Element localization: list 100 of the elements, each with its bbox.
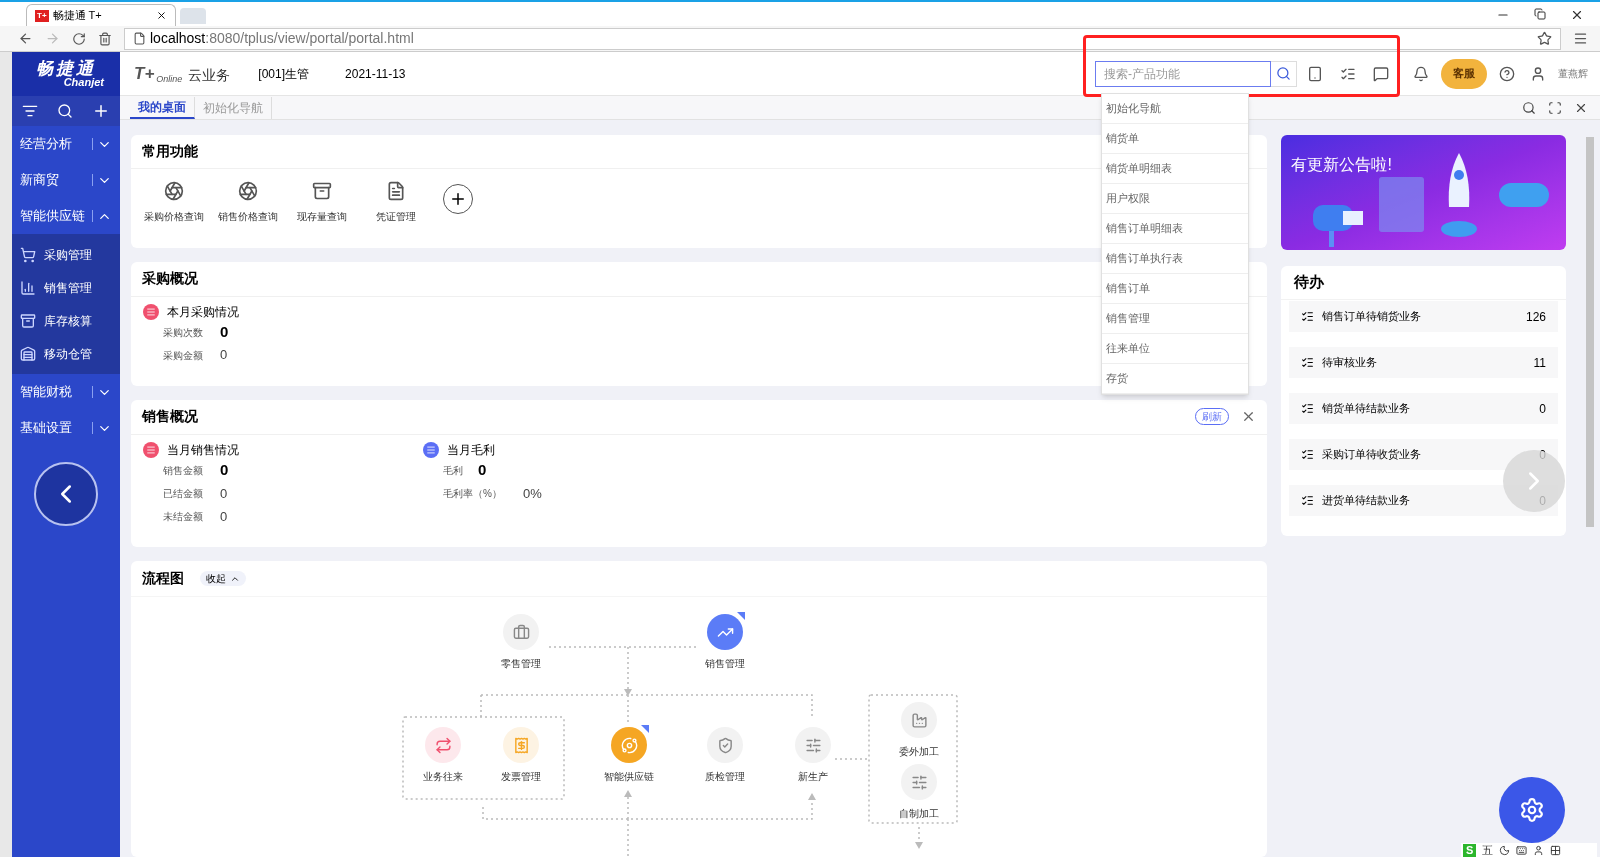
keyboard-icon[interactable] (1516, 844, 1528, 856)
dropdown-item[interactable]: 初始化导航 (1102, 94, 1248, 124)
checklist-icon (1301, 402, 1315, 415)
section-title: 本月采购情况 (167, 303, 239, 321)
todo-item[interactable]: 销货单待结款业务 0 (1289, 393, 1559, 424)
submenu-item[interactable]: 采购管理 (12, 238, 120, 271)
menu-icon[interactable] (21, 103, 38, 119)
connector-line (834, 758, 868, 760)
sidebar-item[interactable]: 新商贸 (12, 162, 120, 198)
date-label: 2021-11-13 (345, 65, 406, 83)
tablet-icon[interactable] (1307, 65, 1323, 82)
shortcut-item[interactable]: 凭证管理 (363, 181, 429, 224)
address-bar[interactable]: localhost:8080/tplus/view/portal/portal.html (124, 27, 1561, 50)
close-icon[interactable] (1574, 101, 1588, 115)
flow-node[interactable]: 质检管理 (690, 727, 760, 784)
submenu-item[interactable]: 销售管理 (12, 271, 120, 304)
restore-icon[interactable] (1534, 8, 1546, 20)
node-symbol-icon (434, 736, 452, 754)
dropdown-item[interactable]: 销货单 (1102, 124, 1248, 154)
connector-arrow (624, 646, 632, 696)
stat-label: 已结金额 (163, 486, 204, 501)
dropdown-item[interactable]: 销售管理 (1102, 304, 1248, 334)
todo-item[interactable]: 销售订单待销货业务 126 (1289, 301, 1559, 332)
bell-icon[interactable] (1413, 65, 1429, 82)
flow-node[interactable]: 自制加工 (884, 764, 954, 821)
search-icon (1276, 66, 1291, 81)
dropdown-item[interactable]: 销售订单 (1102, 274, 1248, 304)
user-icon[interactable] (1530, 65, 1546, 82)
flow-node[interactable]: 销售管理 (690, 614, 760, 671)
close-icon[interactable] (156, 10, 167, 21)
shortcut-icon (386, 181, 406, 201)
fullscreen-icon[interactable] (1548, 101, 1562, 115)
sidebar-item[interactable]: 基础设置 (12, 410, 120, 446)
submenu-item[interactable]: 库存核算 (12, 304, 120, 337)
dropdown-item[interactable]: 销售订单执行表 (1102, 244, 1248, 274)
brand-logo: 畅捷通 Chanjet (12, 52, 120, 96)
ime-logo: S (1463, 843, 1477, 857)
collapse-button[interactable] (34, 462, 98, 526)
page-tab[interactable]: 我的桌面 (130, 97, 195, 119)
search-icon[interactable] (1522, 101, 1536, 115)
help-icon[interactable] (1499, 65, 1515, 82)
user-name[interactable]: 董燕辉 (1558, 66, 1588, 81)
trash-icon[interactable] (98, 31, 112, 46)
node-symbol-icon (804, 736, 822, 754)
browser-tab[interactable]: T+ 畅捷通 T+ (26, 4, 176, 26)
card-title: 销售概况 (142, 407, 199, 427)
dropdown-item[interactable]: 销售订单明细表 (1102, 214, 1248, 244)
dropdown-item[interactable]: 往来单位 (1102, 334, 1248, 364)
stat-value: 0 (220, 484, 228, 503)
submenu-item[interactable]: 移动仓管 (12, 337, 120, 370)
corner-flag-icon (737, 612, 745, 620)
menu-icon[interactable] (1573, 31, 1588, 46)
dropdown-item[interactable]: 用户权限 (1102, 184, 1248, 214)
card-title: 待办 (1294, 272, 1325, 293)
flow-node[interactable]: 业务往来 (408, 727, 478, 784)
submenu-icon (20, 312, 36, 329)
star-icon[interactable] (1537, 31, 1552, 46)
ime-mode[interactable]: 五 (1482, 843, 1494, 857)
todo-item[interactable]: 采购订单待收货业务 0 (1289, 439, 1559, 470)
dropdown-item[interactable]: 销货单明细表 (1102, 154, 1248, 184)
account-label: [001]生管 (258, 65, 310, 83)
user-icon[interactable] (1533, 844, 1545, 856)
sidebar-item[interactable]: 经营分析 (12, 126, 120, 162)
shortcut-item[interactable]: 采购价格查询 (141, 181, 207, 224)
stat-label: 采购次数 (163, 325, 204, 340)
moon-icon[interactable] (1499, 844, 1511, 856)
stat-value: 0% (523, 484, 542, 503)
flow-node[interactable]: 零售管理 (486, 614, 556, 671)
reload-icon[interactable] (72, 31, 86, 46)
shortcut-icon (164, 181, 184, 201)
grid-icon[interactable] (1550, 844, 1562, 856)
stat-value: 0 (478, 460, 487, 480)
tab-title: 畅捷通 T+ (52, 8, 103, 24)
section-title: 当月销售情况 (167, 441, 239, 459)
connector-arrow (915, 826, 923, 849)
service-badge[interactable]: 客服 (1441, 58, 1487, 89)
scrollbar[interactable] (1586, 137, 1594, 527)
flow-node[interactable]: 发票管理 (486, 727, 556, 784)
stat-label: 采购金额 (163, 348, 204, 363)
search-field[interactable]: 搜索-产品功能 (1095, 60, 1271, 87)
back-icon[interactable] (18, 31, 33, 46)
submenu-icon (20, 345, 36, 362)
todo-item[interactable]: 待审核业务 11 (1289, 347, 1559, 378)
announcement-banner[interactable]: 有更新公告啦! (1281, 135, 1567, 250)
search-icon[interactable] (57, 103, 73, 119)
sidebar-item[interactable]: 智能财税 (12, 374, 120, 410)
close-icon[interactable] (1570, 8, 1584, 22)
message-icon[interactable] (1373, 65, 1389, 82)
stat-label: 未结金额 (163, 509, 204, 524)
card-title: 常用功能 (142, 142, 198, 161)
flow-node[interactable]: 智能供应链 (594, 727, 664, 784)
checklist-icon (1301, 310, 1315, 323)
flow-node[interactable]: 新生产 (778, 727, 848, 784)
dropdown-item[interactable]: 存货 (1102, 364, 1248, 394)
search-button[interactable] (1271, 60, 1297, 87)
section-title: 当月毛利 (447, 441, 495, 459)
shortcut-item[interactable]: 现存量查询 (289, 181, 355, 224)
flow-node[interactable]: 委外加工 (884, 702, 954, 759)
shortcut-item[interactable]: 销售价格查询 (215, 181, 281, 224)
collapse-toggle[interactable]: 收起 (200, 571, 246, 586)
